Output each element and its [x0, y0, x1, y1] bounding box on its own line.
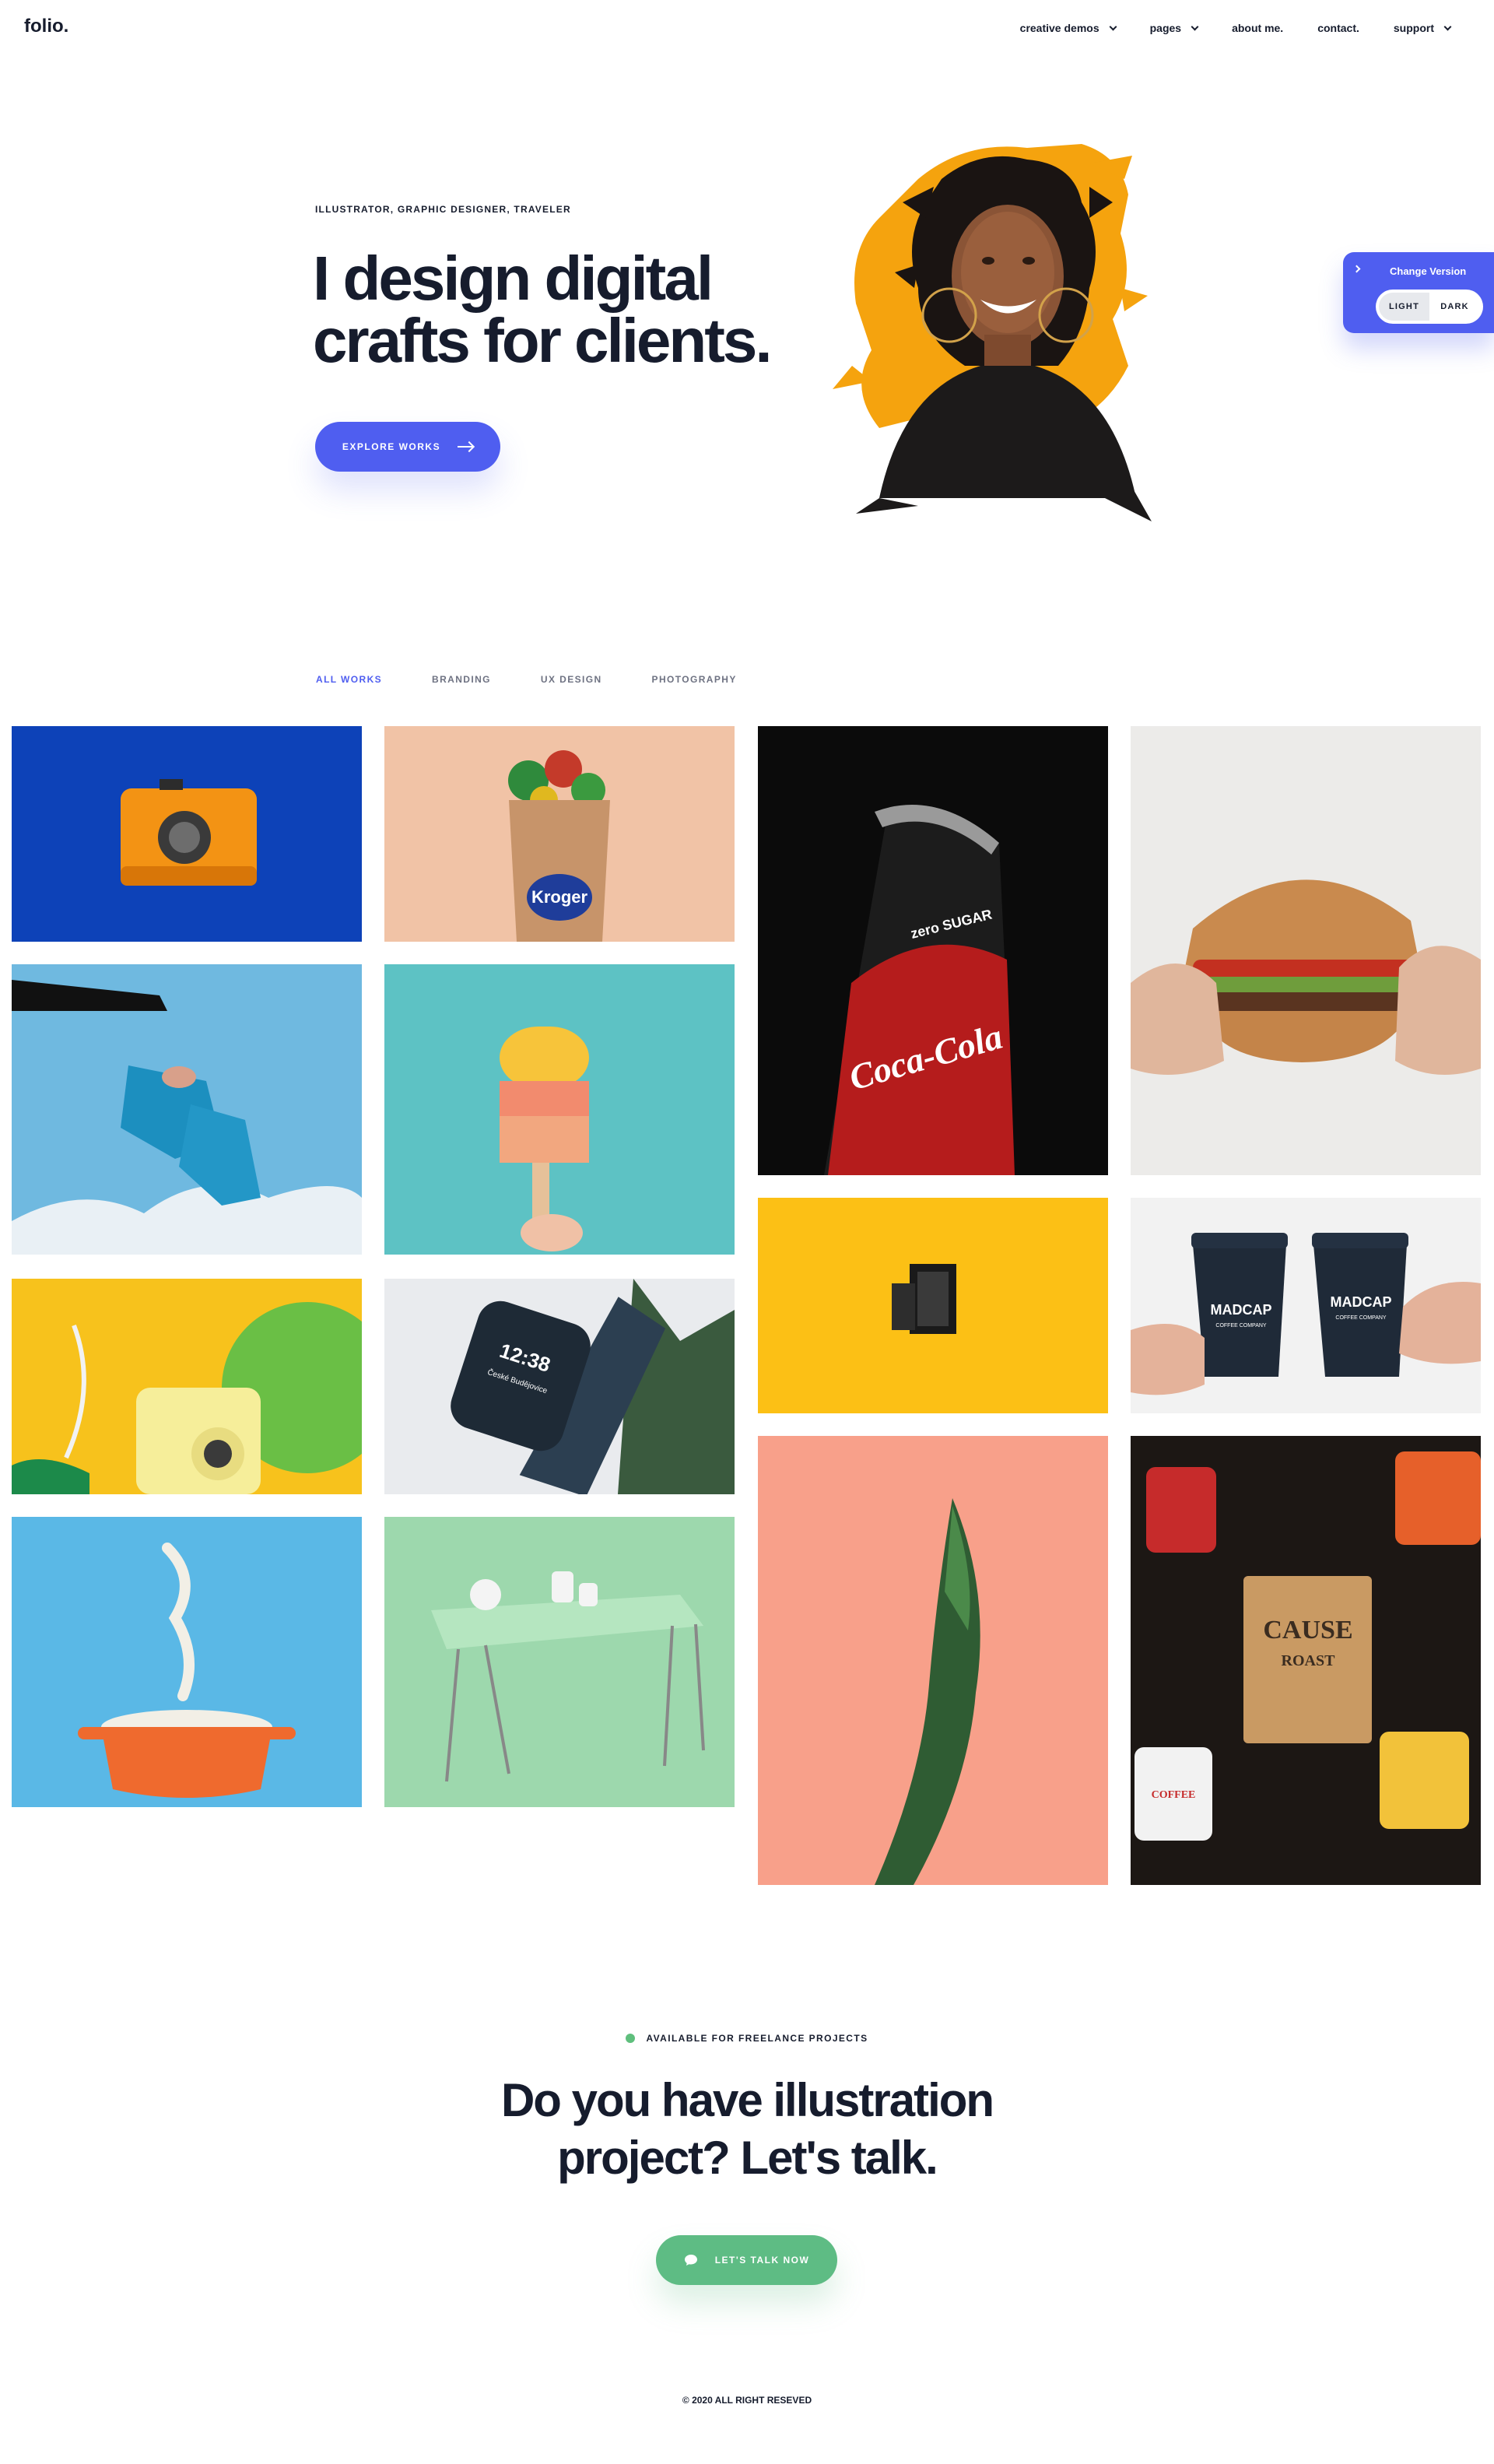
- hero-eyebrow: ILLUSTRATOR, GRAPHIC DESIGNER, TRAVELER: [315, 204, 571, 215]
- hero-portrait: [833, 144, 1152, 521]
- arrow-right-icon: [458, 446, 474, 448]
- madcap-text-left: MADCAP: [1211, 1302, 1272, 1318]
- filter-ux-design[interactable]: UX DESIGN: [541, 674, 602, 685]
- chevron-down-icon: [1443, 23, 1452, 30]
- gallery-item-noodles[interactable]: [12, 1517, 362, 1807]
- gallery-item-table[interactable]: [384, 1517, 735, 1807]
- nav-item-label: about me.: [1232, 22, 1284, 34]
- light-version-option[interactable]: LIGHT: [1379, 293, 1429, 321]
- chevron-down-icon: [1109, 23, 1117, 30]
- nav-item-label: creative demos: [1019, 22, 1099, 34]
- kroger-logo-text: Kroger: [531, 887, 588, 907]
- version-switcher-title: Change Version: [1390, 265, 1467, 277]
- gallery-item-soda-can[interactable]: zero SUGAR Coca-Cola: [758, 726, 1108, 1175]
- gallery-item-grocery-bag[interactable]: Kroger: [384, 726, 735, 942]
- explore-works-label: EXPLORE WORKS: [342, 441, 441, 452]
- nav-item-creative-demos[interactable]: creative demos: [1019, 22, 1117, 34]
- gallery-item-camera[interactable]: [12, 726, 362, 942]
- copyright: © 2020 ALL RIGHT RESEVED: [682, 2395, 812, 2406]
- availability-text: AVAILABLE FOR FREELANCE PROJECTS: [646, 2033, 868, 2044]
- version-switcher: Change Version LIGHT DARK: [1343, 252, 1494, 333]
- portfolio-filters: ALL WORKS BRANDING UX DESIGN PHOTOGRAPHY: [316, 674, 787, 685]
- roast-text: ROAST: [1282, 1652, 1336, 1669]
- status-dot: [626, 2034, 636, 2043]
- dark-version-option[interactable]: DARK: [1429, 293, 1480, 321]
- availability-status: AVAILABLE FOR FREELANCE PROJECTS: [0, 2033, 1494, 2044]
- hero-title-line-2: crafts for clients.: [313, 306, 773, 375]
- filter-photography[interactable]: PHOTOGRAPHY: [652, 674, 737, 685]
- madcap-sub-right: COFFEE COMPANY: [1335, 1315, 1387, 1321]
- cta-title: Do you have illustration project? Let's …: [436, 2072, 1058, 2187]
- nav-item-label: support: [1393, 22, 1434, 34]
- cause-text: CAUSE: [1263, 1616, 1352, 1644]
- mug-text: COFFEE: [1152, 1789, 1196, 1801]
- gallery-item-instant-camera[interactable]: [12, 1279, 362, 1494]
- nav-item-label: pages: [1149, 22, 1182, 34]
- gallery-item-smartwatch[interactable]: 12:38 České Budějovice: [384, 1279, 735, 1494]
- filter-branding[interactable]: BRANDING: [432, 674, 491, 685]
- gallery-item-pink-plant[interactable]: [758, 1436, 1108, 1885]
- main-nav: creative demos pages about me. contact. …: [1019, 22, 1452, 34]
- gallery-item-coffee-cups[interactable]: MADCAP COFFEE COMPANY MADCAP COFFEE COMP…: [1131, 1198, 1481, 1413]
- logo[interactable]: folio.: [24, 16, 68, 37]
- chevron-down-icon: [1191, 23, 1199, 30]
- madcap-sub-left: COFFEE COMPANY: [1215, 1323, 1267, 1329]
- nav-item-support[interactable]: support: [1393, 22, 1452, 34]
- madcap-text-right: MADCAP: [1331, 1294, 1392, 1310]
- cta-title-line-2: project? Let's talk.: [557, 2132, 938, 2184]
- filter-all-works[interactable]: ALL WORKS: [316, 674, 382, 685]
- lets-talk-label: LET'S TALK NOW: [714, 2255, 810, 2266]
- chat-icon: [684, 2255, 697, 2266]
- explore-works-button[interactable]: EXPLORE WORKS: [315, 422, 500, 472]
- cta-title-line-1: Do you have illustration: [500, 2074, 994, 2126]
- hero-title: I design digital crafts for clients.: [313, 247, 857, 372]
- gallery-item-sneakers[interactable]: [12, 964, 362, 1255]
- version-toggle[interactable]: LIGHT DARK: [1376, 290, 1483, 324]
- nav-item-label: contact.: [1317, 22, 1359, 34]
- nav-item-pages[interactable]: pages: [1149, 22, 1199, 34]
- gallery-item-film-roll[interactable]: [758, 1198, 1108, 1413]
- chevron-right-icon[interactable]: [1352, 265, 1361, 273]
- hero-title-line-1: I design digital: [313, 244, 714, 313]
- gallery-item-popsicle[interactable]: [384, 964, 735, 1255]
- gallery-item-coffee-roast[interactable]: CAUSE ROAST COFFEE: [1131, 1436, 1481, 1885]
- gallery-item-burger[interactable]: [1131, 726, 1481, 1175]
- nav-item-about[interactable]: about me.: [1232, 22, 1283, 34]
- nav-item-contact[interactable]: contact.: [1317, 22, 1359, 34]
- lets-talk-button[interactable]: LET'S TALK NOW: [656, 2235, 837, 2285]
